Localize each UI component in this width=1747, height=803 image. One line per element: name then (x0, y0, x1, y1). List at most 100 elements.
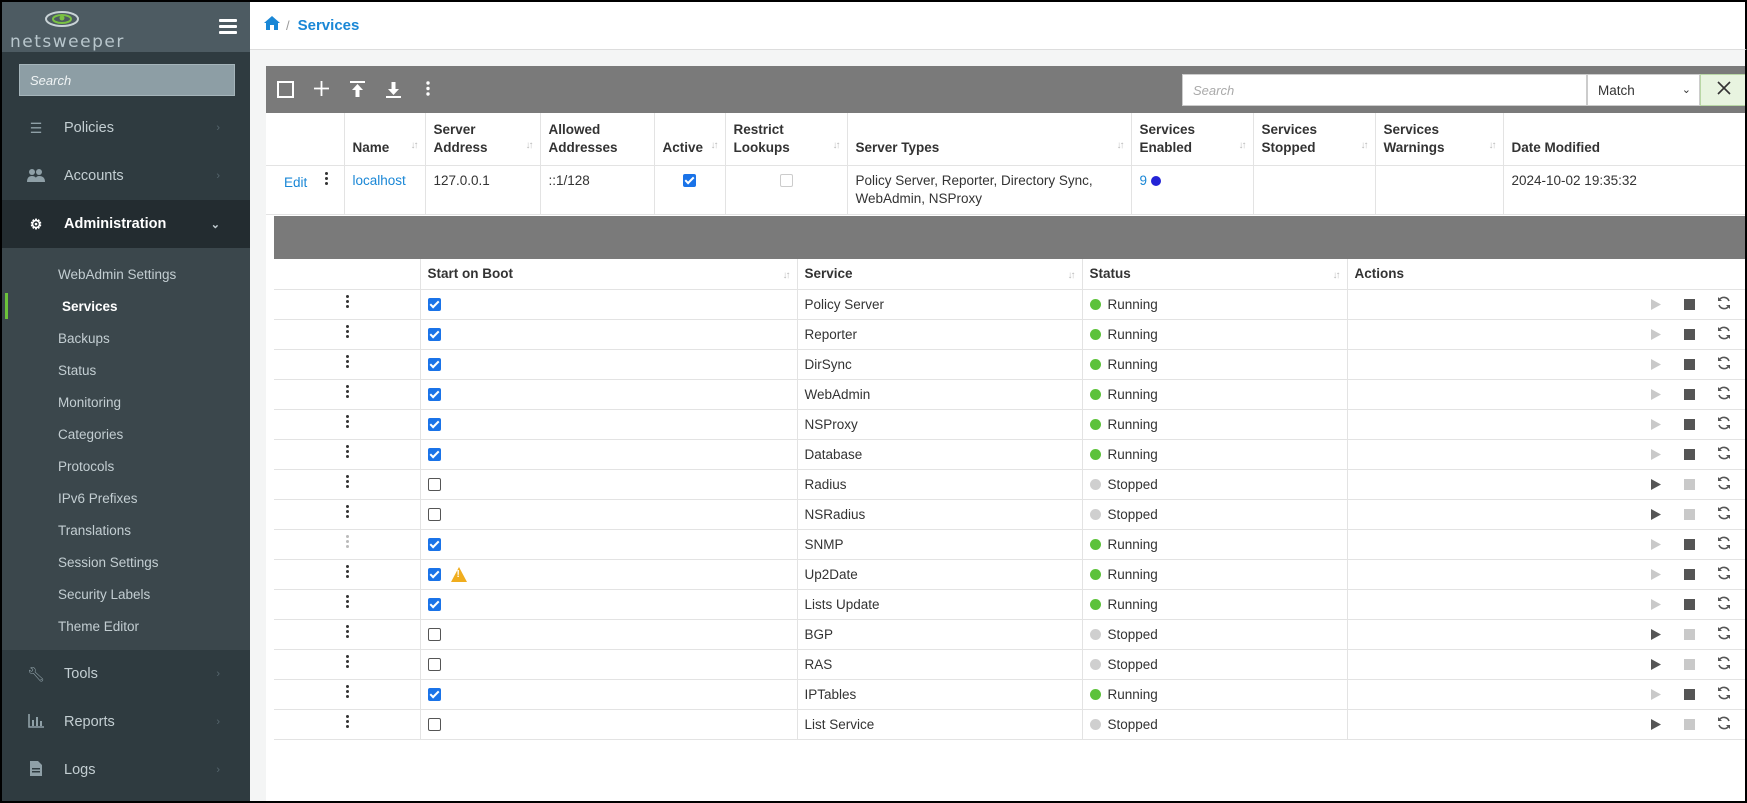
active-checkbox[interactable] (683, 174, 696, 188)
row-menu-icon[interactable] (345, 475, 350, 490)
stop-icon[interactable] (1673, 688, 1707, 703)
sidebar-item-security-labels[interactable]: Security Labels (2, 578, 250, 610)
nav-item-tools[interactable]: 🔧︎ Tools › (2, 650, 250, 698)
start-icon[interactable] (1639, 448, 1673, 463)
start-on-boot-checkbox[interactable] (427, 328, 441, 342)
col-server-types[interactable]: Server Types ↓↑ (847, 113, 1132, 166)
restart-icon[interactable] (1707, 566, 1741, 583)
restart-icon[interactable] (1707, 686, 1741, 703)
restart-icon[interactable] (1707, 716, 1741, 733)
col-services-stopped[interactable]: Services Stopped ↓↑ (1253, 113, 1376, 166)
select-all-checkbox-icon[interactable] (277, 81, 294, 102)
row-menu-icon[interactable] (345, 535, 350, 550)
start-icon[interactable] (1639, 688, 1673, 703)
restart-icon[interactable] (1707, 506, 1741, 523)
col-allowed-addresses[interactable]: Allowed Addresses (540, 113, 655, 166)
table-search-input[interactable]: Search (1182, 74, 1587, 106)
row-menu-icon[interactable] (345, 655, 350, 670)
start-on-boot-checkbox[interactable] (427, 688, 441, 702)
more-vertical-icon[interactable] (426, 81, 430, 100)
restart-icon[interactable] (1707, 356, 1741, 373)
start-on-boot-checkbox[interactable] (427, 598, 441, 612)
services-enabled-link[interactable]: 9 (1140, 173, 1148, 188)
row-menu-icon[interactable] (345, 715, 350, 730)
stop-icon[interactable] (1673, 598, 1707, 613)
nav-item-reports[interactable]: Reports › (2, 698, 250, 746)
stop-icon[interactable] (1673, 538, 1707, 553)
start-icon[interactable] (1639, 658, 1673, 673)
restart-icon[interactable] (1707, 626, 1741, 643)
stop-icon[interactable] (1673, 358, 1707, 373)
col-service[interactable]: Service ↓↑ (797, 259, 1083, 290)
start-icon[interactable] (1639, 568, 1673, 583)
upload-icon[interactable] (350, 81, 365, 102)
sidebar-item-theme-editor[interactable]: Theme Editor (2, 610, 250, 642)
stop-icon[interactable] (1673, 628, 1707, 643)
row-menu-icon[interactable] (345, 355, 350, 370)
row-menu-icon[interactable] (345, 385, 350, 400)
row-menu-icon[interactable] (345, 295, 350, 310)
row-menu-icon[interactable] (325, 171, 329, 187)
start-icon[interactable] (1639, 358, 1673, 373)
stop-icon[interactable] (1673, 298, 1707, 313)
sidebar-item-categories[interactable]: Categories (2, 418, 250, 450)
col-services-enabled[interactable]: Services Enabled ↓↑ (1131, 113, 1254, 166)
start-on-boot-checkbox[interactable] (427, 358, 441, 372)
download-icon[interactable] (386, 81, 401, 102)
restart-icon[interactable] (1707, 386, 1741, 403)
start-icon[interactable] (1639, 328, 1673, 343)
start-on-boot-checkbox[interactable] (427, 567, 441, 581)
stop-icon[interactable] (1673, 478, 1707, 493)
start-icon[interactable] (1639, 388, 1673, 403)
add-icon[interactable] (314, 81, 329, 100)
server-name-link[interactable]: localhost (353, 173, 406, 188)
row-menu-icon[interactable] (345, 685, 350, 700)
nav-item-policies[interactable]: ☰ Policies › (2, 104, 250, 152)
col-services-warnings[interactable]: Services Warnings ↓↑ (1375, 113, 1504, 166)
stop-icon[interactable] (1673, 658, 1707, 673)
stop-icon[interactable] (1673, 388, 1707, 403)
restart-icon[interactable] (1707, 416, 1741, 433)
restart-icon[interactable] (1707, 536, 1741, 553)
restart-icon[interactable] (1707, 596, 1741, 613)
sidebar-item-ipv6-prefixes[interactable]: IPv6 Prefixes (2, 482, 250, 514)
start-on-boot-checkbox[interactable] (427, 298, 441, 312)
start-icon[interactable] (1639, 508, 1673, 523)
start-icon[interactable] (1639, 628, 1673, 643)
sidebar-item-backups[interactable]: Backups (2, 322, 250, 354)
home-icon[interactable] (264, 16, 280, 35)
start-icon[interactable] (1639, 418, 1673, 433)
nav-item-administration[interactable]: ⚙ Administration ⌄ (2, 200, 250, 248)
start-on-boot-checkbox[interactable] (427, 628, 441, 642)
start-on-boot-checkbox[interactable] (427, 478, 441, 492)
start-on-boot-checkbox[interactable] (427, 448, 441, 462)
col-server-address[interactable]: Server Address ↓↑ (425, 113, 541, 166)
col-name[interactable]: Name ↓↑ (344, 113, 426, 166)
start-on-boot-checkbox[interactable] (427, 538, 441, 552)
start-on-boot-checkbox[interactable] (427, 508, 441, 522)
clear-search-button[interactable] (1700, 74, 1745, 106)
stop-icon[interactable] (1673, 328, 1707, 343)
row-menu-icon[interactable] (345, 625, 350, 640)
start-icon[interactable] (1639, 478, 1673, 493)
sidebar-item-monitoring[interactable]: Monitoring (2, 386, 250, 418)
nav-item-accounts[interactable]: Accounts › (2, 152, 250, 200)
menu-toggle-icon[interactable] (219, 19, 237, 35)
restart-icon[interactable] (1707, 476, 1741, 493)
start-on-boot-checkbox[interactable] (427, 658, 441, 672)
stop-icon[interactable] (1673, 418, 1707, 433)
sidebar-item-session-settings[interactable]: Session Settings (2, 546, 250, 578)
restrict-lookups-checkbox[interactable] (779, 174, 793, 188)
col-date-modified[interactable]: Date Modified (1503, 113, 1745, 166)
row-menu-icon[interactable] (345, 595, 350, 610)
nav-item-logs[interactable]: Logs › (2, 746, 250, 794)
stop-icon[interactable] (1673, 568, 1707, 583)
sidebar-item-protocols[interactable]: Protocols (2, 450, 250, 482)
col-active[interactable]: Active ↓↑ (654, 113, 726, 166)
row-menu-icon[interactable] (345, 325, 350, 340)
start-icon[interactable] (1639, 718, 1673, 733)
stop-icon[interactable] (1673, 718, 1707, 733)
stop-icon[interactable] (1673, 508, 1707, 523)
restart-icon[interactable] (1707, 446, 1741, 463)
restart-icon[interactable] (1707, 656, 1741, 673)
